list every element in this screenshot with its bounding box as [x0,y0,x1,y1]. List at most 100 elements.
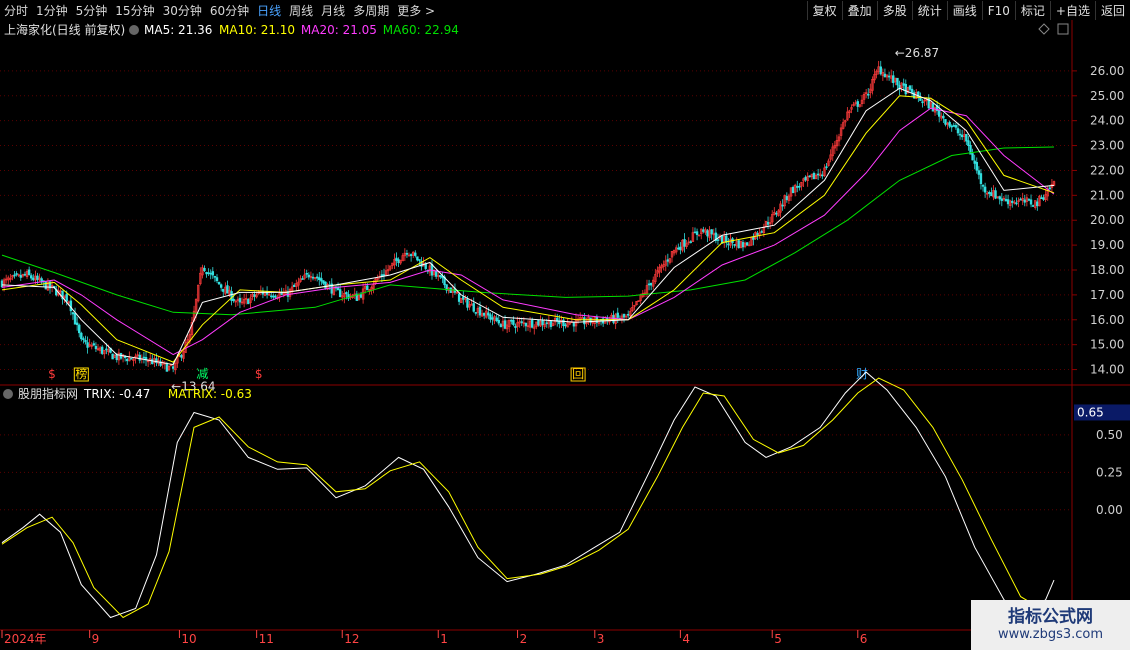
candle-body [944,119,947,125]
candle-body [315,276,319,279]
candle-body [457,293,461,302]
candle-body [272,295,275,298]
period-tab-10[interactable]: 更多 > [397,1,435,21]
candle-body [549,320,553,327]
candle-body [1027,199,1031,201]
candle-body [510,319,513,322]
candle-body [908,85,912,90]
period-tab-4[interactable]: 30分钟 [163,1,202,21]
event-marker-3: $ [48,367,56,381]
candle-body [702,229,705,232]
candle-body [902,83,905,86]
candle-body [478,306,482,316]
candle-body [545,322,548,325]
candle-body [211,271,215,276]
candle-body [414,252,417,256]
candle-body [1031,205,1035,207]
candle-body [979,173,983,185]
indicator-legend-trix: TRIX: -0.47 [83,387,150,401]
candle-body [466,298,469,308]
candle-body [737,240,741,248]
candle-body [434,270,438,277]
ma-legend-ma10: MA10: 21.10 [219,23,295,37]
toolbar-button-3[interactable]: 统计 [911,1,947,21]
candle-body [247,299,250,305]
price-tick-label-6: 20.00 [1090,213,1124,227]
candle-body [710,229,713,235]
candle-body [879,66,882,75]
candle-body [766,221,770,225]
trix-current-value: 0.65 [1077,405,1104,419]
candle-body [583,317,586,325]
toolbar-button-4[interactable]: 画线 [946,1,982,21]
candle-body [956,128,960,134]
trix-tick-label-2: 0.50 [1096,428,1123,442]
candle-body [338,289,342,298]
candle-body [1029,199,1033,205]
toolbar-button-1[interactable]: 叠加 [841,1,877,21]
candle-body [1040,197,1043,200]
candle-body [791,186,795,194]
candle-body [760,231,763,233]
period-tab-2[interactable]: 5分钟 [76,1,108,21]
period-tab-6[interactable]: 日线 [257,1,281,21]
candle-body [917,91,920,98]
time-label-5: 1 [440,632,448,646]
ma-legend-ma60: MA60: 22.94 [383,23,459,37]
candle-body [322,280,325,284]
candle-body [180,354,183,358]
event-marker-0: 榜 [75,366,87,381]
candle-body [1015,202,1018,205]
candle-body [666,259,670,262]
price-tick-label-11: 25.00 [1090,89,1124,103]
candle-body [15,273,18,275]
candle-body [910,88,914,93]
candle-body [804,176,807,181]
time-label-3: 11 [259,632,274,646]
time-label-2: 10 [181,632,196,646]
candle-body [1036,201,1039,207]
toolbar-button-6[interactable]: 标记 [1014,1,1050,21]
period-tab-0[interactable]: 分时 [4,1,28,21]
candle-body [305,272,308,275]
candle-body [808,175,811,178]
candle-body [30,275,33,279]
toolbar-button-8[interactable]: 返回 [1094,1,1130,21]
toolbar-button-7[interactable]: +自选 [1049,1,1095,21]
candle-body [307,274,311,278]
candle-body [679,246,682,251]
candle-body [816,173,820,176]
candle-body [253,294,256,297]
settings-dot-icon [129,25,139,35]
candle-body [65,293,68,302]
candle-body [217,281,221,285]
stock-chart[interactable]: 14.0015.0016.0017.0018.0019.0020.0021.00… [0,20,1130,650]
period-tab-7[interactable]: 周线 [289,1,313,21]
candle-body [856,101,859,107]
candle-body [821,174,824,177]
candle-body [887,75,891,78]
candle-body [727,243,730,246]
candle-body [226,285,229,294]
candle-body [138,354,141,361]
toolbar-button-0[interactable]: 复权 [806,1,842,21]
candle-body [693,231,697,234]
toolbar-button-2[interactable]: 多股 [876,1,912,21]
period-tab-9[interactable]: 多周期 [353,1,389,21]
toolbar-button-5[interactable]: F10 [981,1,1015,21]
period-tab-3[interactable]: 15分钟 [115,1,154,21]
candle-body [293,284,296,288]
period-tab-5[interactable]: 60分钟 [210,1,249,21]
candle-body [683,239,686,247]
candle-body [232,298,235,302]
candle-body [397,259,400,263]
candle-body [416,256,419,261]
price-tick-label-12: 26.00 [1090,64,1124,78]
candle-body [514,325,517,328]
candle-body [649,282,653,286]
period-tab-8[interactable]: 月线 [321,1,345,21]
candle-body [345,292,348,295]
candle-body [785,196,789,201]
period-tab-1[interactable]: 1分钟 [36,1,68,21]
candle-body [84,340,87,343]
